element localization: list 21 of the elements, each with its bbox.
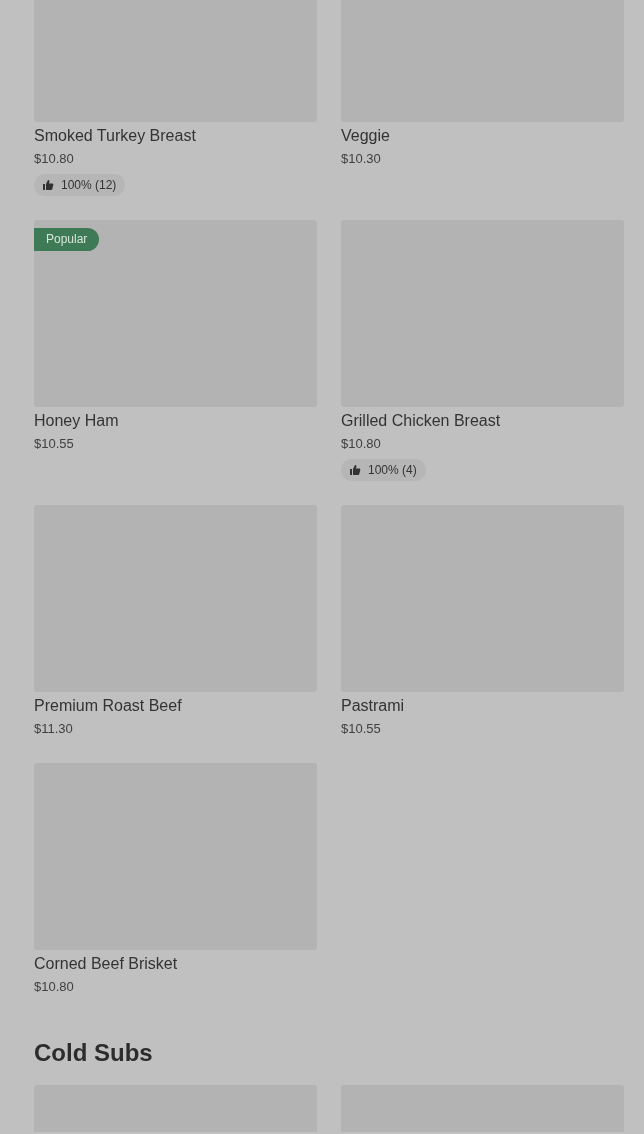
popular-tag: Popular — [34, 228, 100, 251]
item-name[interactable]: Honey Ham — [34, 411, 119, 431]
item-price: $10.80 — [34, 150, 74, 168]
item-price: $10.30 — [341, 150, 381, 168]
item-price: $11.30 — [34, 720, 73, 738]
item-price: $10.80 — [341, 435, 381, 453]
item-name[interactable]: Pastrami — [341, 696, 405, 716]
item-price: $10.55 — [341, 720, 381, 738]
thumbs-up-icon — [42, 179, 54, 191]
item-name[interactable]: Veggie — [341, 126, 390, 146]
image-placeholder[interactable]: Popular — [34, 220, 317, 407]
item-name[interactable]: Premium Roast Beef — [34, 696, 182, 716]
item-price: $10.55 — [34, 435, 74, 453]
item-name[interactable]: Grilled Chicken Breast — [341, 411, 501, 431]
item-price: $10.80 — [34, 978, 74, 996]
item-name[interactable]: Smoked Turkey Breast — [34, 126, 196, 146]
thumbs-up-icon — [349, 464, 361, 476]
item-name[interactable]: Corned Beef Brisket — [34, 954, 178, 974]
rating-text: 100% (12) — [61, 178, 117, 192]
section-heading: Cold Subs — [34, 1038, 154, 1068]
rating-text: 100% (4) — [368, 463, 417, 477]
